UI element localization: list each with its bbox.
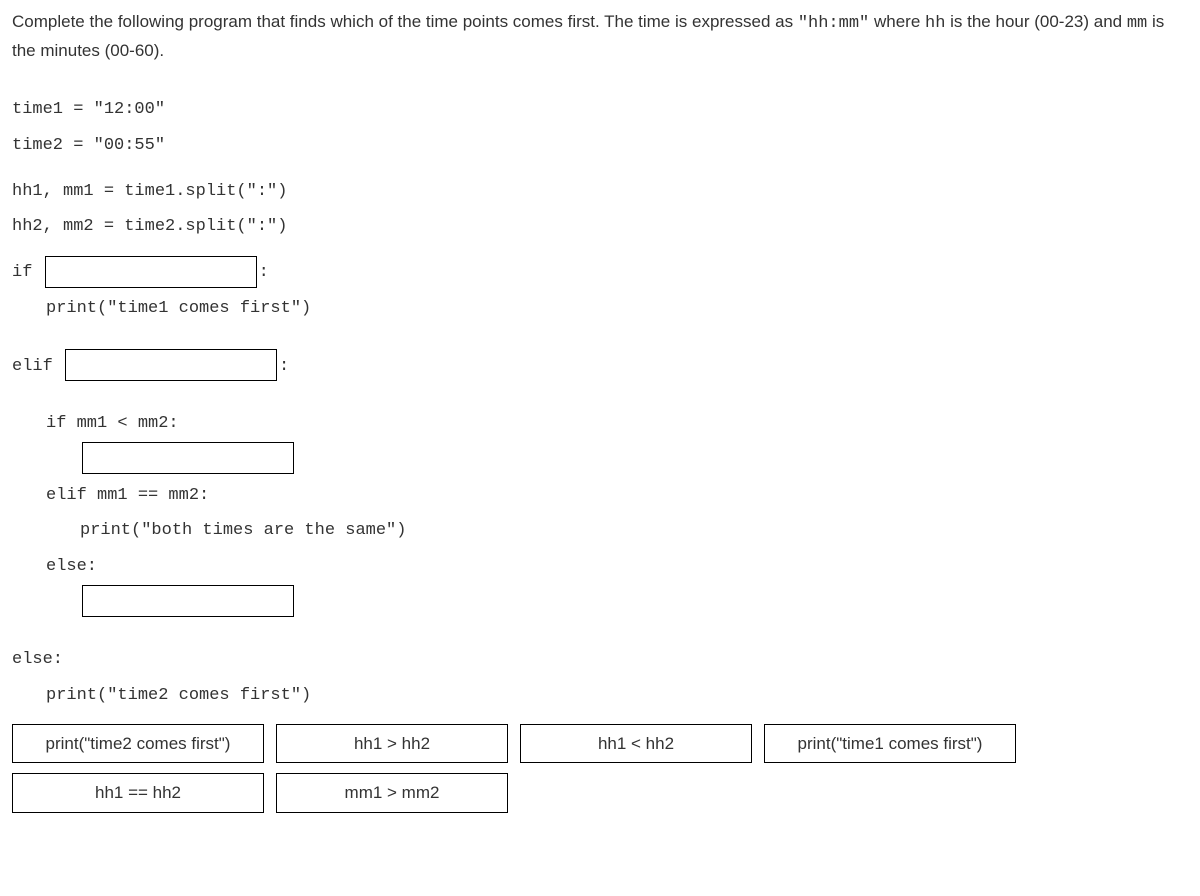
answer-chip-hh1-eq-hh2[interactable]: hh1 == hh2 [12, 773, 264, 813]
code-line-elif: elif : [12, 349, 1188, 385]
answer-chip-hh1-gt-hh2[interactable]: hh1 > hh2 [276, 724, 508, 764]
blank-drop-4[interactable] [82, 585, 294, 617]
code-line-print-t1: print("time1 comes first") [12, 291, 1188, 327]
answer-row-2: hh1 == hh2 mm1 > mm2 [12, 773, 1188, 813]
question-mid2: is the hour (00-23) and [945, 12, 1126, 31]
code-line-elif-mm: elif mm1 == mm2: [12, 478, 1188, 514]
code-line-print-same: print("both times are the same") [12, 513, 1188, 549]
code-line-outer-else: else: [12, 642, 1188, 678]
code-block: time1 = "12:00" time2 = "00:55" hh1, mm1… [12, 92, 1188, 713]
code-line-print-t2: print("time2 comes first") [12, 678, 1188, 714]
question-text: Complete the following program that find… [12, 8, 1188, 64]
code-line-if-mm: if mm1 < mm2: [12, 406, 1188, 442]
blank-line-3 [12, 442, 1188, 478]
elif-keyword: elif [12, 357, 63, 376]
answer-chip-print-t1[interactable]: print("time1 comes first") [764, 724, 1016, 764]
code-line-split1: hh1, mm1 = time1.split(":") [12, 174, 1188, 210]
hh-code: hh [925, 14, 945, 33]
colon-2: : [279, 357, 289, 376]
mm-code: mm [1127, 14, 1147, 33]
blank-drop-3[interactable] [82, 442, 294, 474]
blank-line-4 [12, 585, 1188, 621]
answer-chip-hh1-lt-hh2[interactable]: hh1 < hh2 [520, 724, 752, 764]
code-line-inner-else: else: [12, 549, 1188, 585]
answer-chip-print-t2[interactable]: print("time2 comes first") [12, 724, 264, 764]
code-line-split2: hh2, mm2 = time2.split(":") [12, 209, 1188, 245]
code-line-if: if : [12, 255, 1188, 291]
blank-drop-2[interactable] [65, 349, 277, 381]
colon-1: : [259, 263, 269, 282]
answer-row-1: print("time2 comes first") hh1 > hh2 hh1… [12, 724, 1188, 764]
if-keyword: if [12, 263, 43, 282]
question-pre: Complete the following program that find… [12, 12, 798, 31]
code-line-time2: time2 = "00:55" [12, 128, 1188, 164]
answer-chip-mm1-gt-mm2[interactable]: mm1 > mm2 [276, 773, 508, 813]
blank-drop-1[interactable] [45, 256, 257, 288]
format-code: "hh:mm" [798, 14, 869, 33]
code-line-time1: time1 = "12:00" [12, 92, 1188, 128]
question-mid: where [869, 12, 925, 31]
